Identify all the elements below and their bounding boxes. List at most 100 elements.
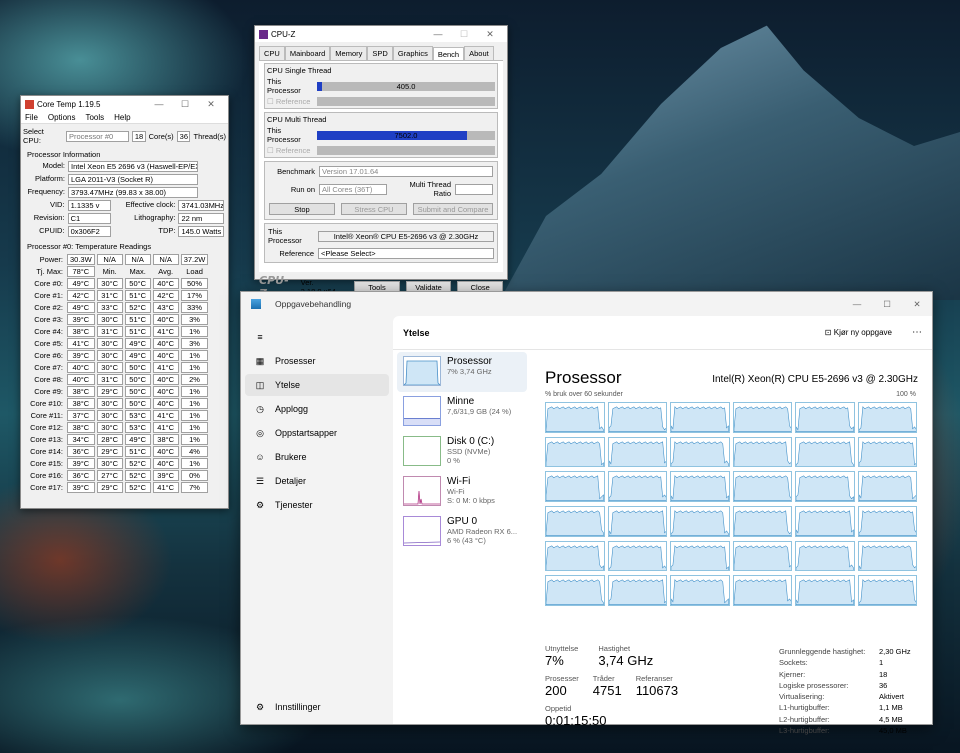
- power-value: 30.3W: [67, 254, 95, 265]
- core-row: Core #13: 34°C 28°C 49°C 38°C 1%: [25, 434, 209, 445]
- minimize-icon[interactable]: —: [146, 99, 172, 109]
- core-min: 29°C: [96, 386, 123, 397]
- core-max: 51°C: [124, 326, 151, 337]
- reference-checkbox[interactable]: ☐ Reference: [267, 146, 313, 155]
- tab-graphics[interactable]: Graphics: [392, 46, 433, 60]
- detail-value: 18: [879, 669, 888, 679]
- coretemp-titlebar: Core Temp 1.19.5 — ☐ ✕: [21, 96, 228, 112]
- menu-file[interactable]: File: [25, 113, 38, 122]
- cpu-model: Intel(R) Xeon(R) CPU E5-2696 v3 @ 2.30GH…: [712, 374, 918, 385]
- cpu-select[interactable]: Processor #0: [66, 130, 129, 142]
- maximize-icon[interactable]: ☐: [872, 299, 902, 310]
- tab-mainboard[interactable]: Mainboard: [284, 46, 331, 60]
- core-row: Core #8: 40°C 31°C 50°C 40°C 2%: [25, 374, 209, 385]
- menu-tools[interactable]: Tools: [85, 113, 104, 122]
- tab-about[interactable]: About: [464, 46, 494, 60]
- core-temp: 38°C: [67, 326, 95, 337]
- benchmark-row: Benchmark Version 17.01.64: [269, 166, 493, 177]
- new-task-button[interactable]: ⊡ Kjør ny oppgave: [825, 328, 892, 337]
- close-icon[interactable]: ✕: [902, 299, 932, 310]
- util-stat: Utnyttelse 7%: [545, 644, 578, 668]
- nav-settings[interactable]: ⚙ Innstillinger: [245, 696, 389, 718]
- resource-sub: 7,6/31,9 GB (24 %): [447, 407, 512, 416]
- core-temp: 39°C: [67, 314, 95, 325]
- performance-icon: ◫: [255, 380, 265, 390]
- hamburger-menu-icon[interactable]: ≡: [245, 326, 389, 348]
- core-label: Core #14:: [30, 447, 63, 456]
- core-min: 31°C: [96, 290, 123, 301]
- coretemp-app-icon: [25, 99, 34, 109]
- tab-cpu[interactable]: CPU: [259, 46, 285, 60]
- core-max: 51°C: [124, 314, 151, 325]
- nav-processes[interactable]: ▦ Prosesser: [245, 350, 389, 372]
- wifi-thumb: [403, 476, 441, 506]
- core-label: Core #11:: [30, 411, 63, 420]
- mtr-value: [455, 183, 493, 195]
- logical-processor-graphs: [545, 402, 917, 606]
- core-min: 31°C: [96, 374, 123, 385]
- menu-help[interactable]: Help: [114, 113, 130, 122]
- tab-spd[interactable]: SPD: [367, 46, 393, 60]
- runon-select[interactable]: All Cores (36T): [319, 183, 387, 195]
- nav-startup-apps[interactable]: ◎ Oppstartsapper: [245, 422, 389, 444]
- vid-value: 1.1335 v: [67, 200, 112, 211]
- tab-bench[interactable]: Bench: [432, 47, 465, 61]
- core-temp: 41°C: [67, 338, 95, 349]
- resource-sub: S: 0 M: 0 kbps: [447, 496, 495, 505]
- stress-cpu-button[interactable]: Stress CPU: [341, 203, 407, 215]
- multi-thread-group: CPU Multi Thread This Processor 7502.0 ☐…: [264, 112, 498, 158]
- processes-label: Prosesser: [545, 674, 579, 683]
- benchmark-select[interactable]: Version 17.01.64: [319, 166, 493, 177]
- core-row: Core #10: 38°C 30°C 50°C 40°C 1%: [25, 398, 209, 409]
- nav-app-history[interactable]: ◷ Applogg: [245, 398, 389, 420]
- core-max: 50°C: [124, 362, 151, 373]
- core-load: 50%: [180, 278, 209, 289]
- handles-value: 110673: [635, 683, 679, 698]
- logical-processor-graph: [607, 436, 667, 468]
- core-load: 3%: [180, 338, 209, 349]
- core-avg: 40°C: [152, 374, 179, 385]
- maximize-icon[interactable]: ☐: [172, 99, 198, 110]
- maximize-icon[interactable]: ☐: [451, 29, 477, 40]
- nav-performance[interactable]: ◫ Ytelse: [245, 374, 389, 396]
- core-min: 30°C: [96, 422, 123, 433]
- more-options-icon[interactable]: ⋯: [912, 327, 922, 338]
- nav-users[interactable]: ☺ Brukere: [245, 446, 389, 468]
- nav-details[interactable]: ☰ Detaljer: [245, 470, 389, 492]
- tab-memory[interactable]: Memory: [330, 46, 368, 60]
- logical-processor-graph: [795, 505, 855, 537]
- resource-disk[interactable]: Disk 0 (C:) SSD (NVMe) 0 %: [397, 432, 527, 472]
- reference-select[interactable]: <Please Select>: [318, 248, 494, 259]
- detail-label: Logiske prosessorer:: [779, 680, 849, 690]
- model-row: Model: Intel Xeon E5 2696 v3 (Haswell-EP/…: [25, 161, 224, 172]
- minimize-icon[interactable]: —: [425, 29, 451, 39]
- minimize-icon[interactable]: —: [842, 299, 872, 309]
- stop-button[interactable]: Stop: [269, 203, 335, 215]
- nav-services[interactable]: ⚙ Tjenester: [245, 494, 389, 516]
- close-icon[interactable]: ✕: [477, 29, 503, 40]
- menu-options[interactable]: Options: [48, 113, 76, 122]
- effective-clock-value: 3741.03MHz: [178, 200, 225, 211]
- cpuz-titlebar: CPU-Z — ☐ ✕: [255, 26, 507, 42]
- core-load: 1%: [180, 350, 209, 361]
- core-max: 53°C: [124, 422, 151, 433]
- resource-sub: 0 %: [447, 456, 460, 465]
- resource-memory[interactable]: Minne 7,6/31,9 GB (24 %): [397, 392, 527, 432]
- core-min: 31°C: [96, 326, 123, 337]
- submit-compare-button[interactable]: Submit and Compare: [413, 203, 493, 215]
- resource-wifi[interactable]: Wi-Fi Wi-Fi S: 0 M: 0 kbps: [397, 472, 527, 512]
- memory-thumb: [403, 396, 441, 426]
- core-temp: 37°C: [67, 410, 95, 421]
- multi-thread-bar: 7502.0: [317, 130, 495, 140]
- resource-gpu[interactable]: GPU 0 AMD Radeon RX 6... 6 % (43 °C): [397, 512, 527, 552]
- reference-checkbox[interactable]: ☐ Reference: [267, 97, 313, 106]
- processor-compare: This Processor Intel® Xeon® CPU E5-2696 …: [264, 223, 498, 263]
- resource-cpu[interactable]: Prosessor 7% 3,74 GHz: [397, 352, 527, 392]
- power-na: N/A: [124, 254, 151, 265]
- detail-row: Virtualisering: Aktivert: [779, 691, 929, 702]
- close-icon[interactable]: ✕: [198, 99, 224, 110]
- cpuid-value: 0x306F2: [67, 226, 112, 237]
- logical-processor-graph: [545, 436, 605, 468]
- tjmax-value: 78°C: [67, 266, 95, 277]
- core-row: Core #14: 36°C 29°C 51°C 40°C 4%: [25, 446, 209, 457]
